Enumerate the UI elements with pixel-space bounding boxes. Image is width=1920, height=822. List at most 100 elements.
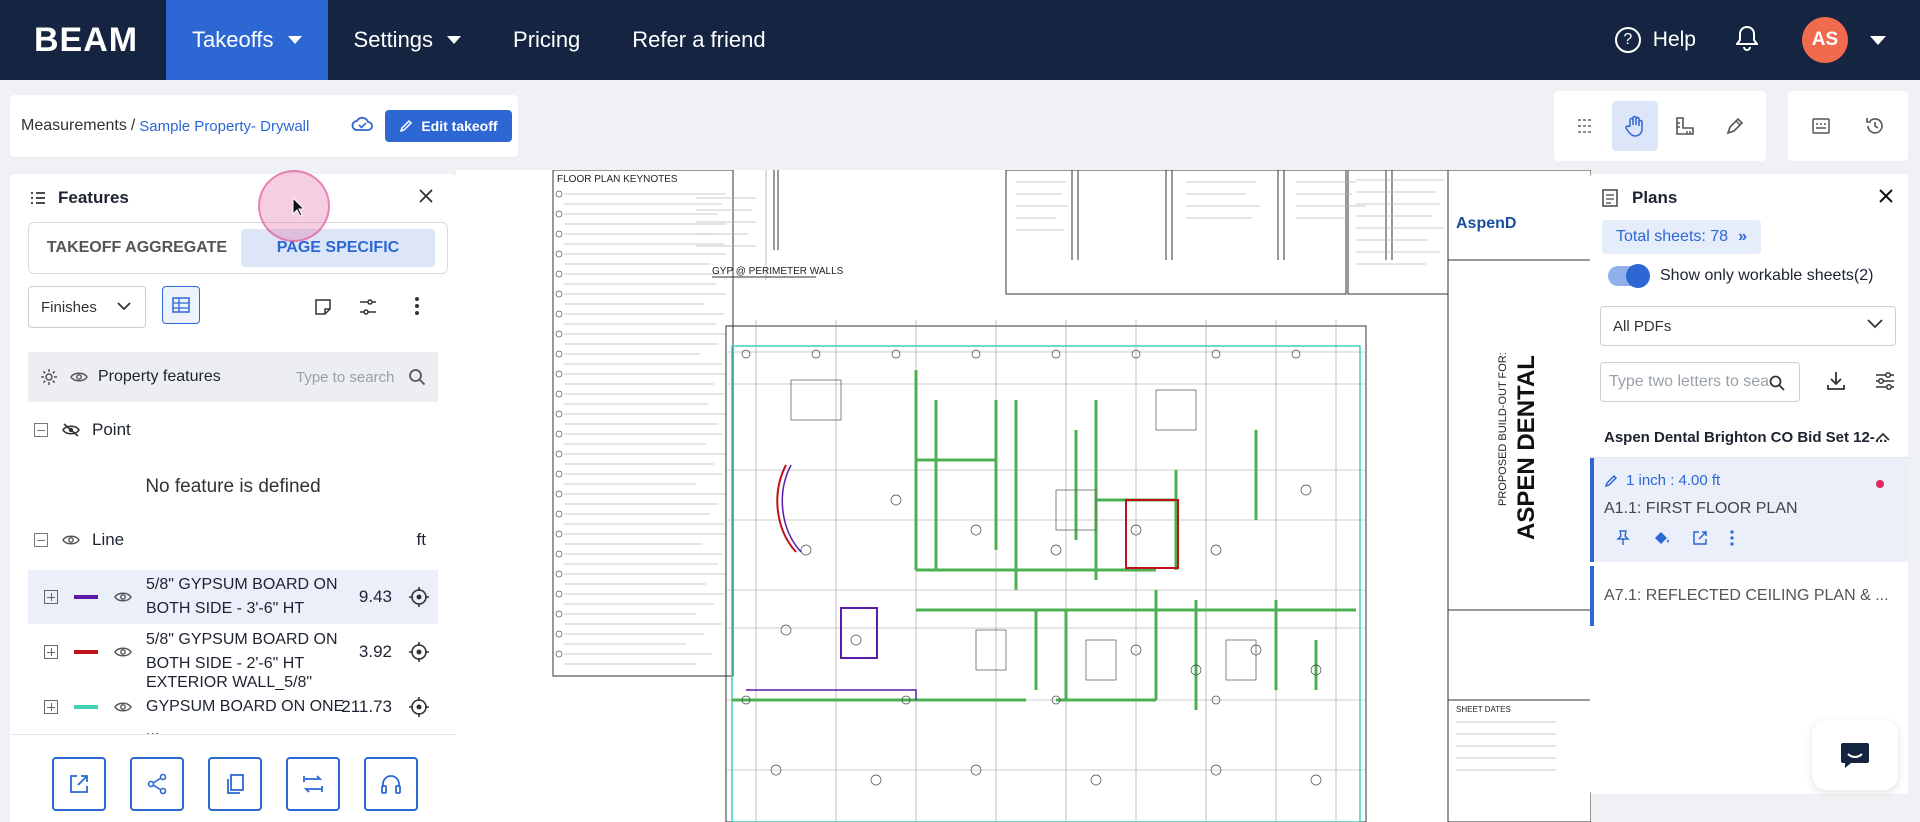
locate-icon[interactable]	[408, 641, 430, 663]
pin-icon[interactable]	[1616, 530, 1630, 546]
chevron-up-icon[interactable]	[1876, 432, 1890, 442]
expand-icon[interactable]	[44, 590, 58, 604]
export-button[interactable]	[52, 757, 106, 811]
download-icon[interactable]	[1825, 370, 1847, 397]
table-icon	[172, 297, 190, 313]
help-label: Help	[1652, 28, 1696, 51]
external-link-icon[interactable]	[1692, 530, 1708, 546]
color-swatch[interactable]	[74, 650, 98, 654]
nav-pricing[interactable]: Pricing	[487, 0, 606, 80]
total-sheets-button[interactable]: Total sheets: 78 »	[1602, 220, 1761, 254]
plan-set-name: Aspen Dental Brighton CO Bid Set 12-...	[1604, 429, 1888, 446]
close-icon[interactable]	[418, 188, 434, 209]
detail-title: GYP @ PERIMETER WALLS	[712, 266, 844, 277]
bell-icon[interactable]	[1735, 25, 1759, 56]
sheet-search-input[interactable]: Type two letters to search	[1600, 362, 1800, 402]
nav-settings[interactable]: Settings	[328, 0, 488, 80]
finishes-value: Finishes	[41, 298, 97, 316]
keyboard-icon	[1812, 118, 1830, 134]
pdf-filter-dropdown[interactable]: All PDFs	[1600, 306, 1896, 346]
expand-icon[interactable]	[44, 645, 58, 659]
chevron-down-icon[interactable]	[1870, 35, 1886, 45]
chat-support-button[interactable]	[1812, 720, 1898, 790]
sheet-item-selected[interactable]: 1 inch : 4.00 ft A1.1: FIRST FLOOR PLAN	[1590, 458, 1908, 562]
breadcrumb: Measurements / Sample Property- Drywall …	[10, 95, 518, 157]
copy-button[interactable]	[208, 757, 262, 811]
feature-value: 9.43	[358, 587, 392, 606]
table-view-button[interactable]	[162, 286, 200, 324]
search-icon	[409, 369, 426, 386]
draw-tool[interactable]	[1712, 101, 1758, 151]
collapse-icon[interactable]	[34, 533, 48, 547]
line-group-row[interactable]: Line ft	[28, 518, 438, 562]
filter-settings-icon[interactable]	[358, 298, 378, 321]
more-vertical-icon[interactable]	[1730, 530, 1734, 546]
features-header: Features	[30, 188, 129, 208]
breadcrumb-current[interactable]: Sample Property- Drywall	[139, 118, 309, 135]
pen-icon	[1726, 117, 1744, 135]
chevron-down-icon	[1867, 319, 1883, 329]
note-icon[interactable]	[314, 298, 332, 321]
nav-takeoffs[interactable]: Takeoffs	[166, 0, 328, 80]
locate-icon[interactable]	[408, 696, 430, 718]
feature-row[interactable]: EXTERIOR WALL_5/8" GYPSUM BOARD ON ONE .…	[28, 674, 438, 739]
eye-icon[interactable]	[114, 701, 132, 713]
plan-drawing-canvas[interactable]: FLOOR PLAN KEYNOTES GYP @ PERIMETER WALL…	[456, 170, 1591, 822]
feature-name: 5/8" GYPSUM BOARD ON BOTH SIDE - 3'-6" H…	[146, 576, 338, 617]
help-link[interactable]: ? Help	[1614, 27, 1696, 53]
pan-tool[interactable]	[1612, 101, 1658, 151]
eye-icon[interactable]	[114, 591, 132, 603]
feature-search-placeholder: Type to search	[296, 368, 395, 386]
sheet-item[interactable]: A7.1: REFLECTED CEILING PLAN & ...	[1590, 566, 1908, 626]
sheet-actions	[1616, 530, 1756, 546]
eye-off-icon[interactable]	[62, 423, 80, 437]
feature-name: 5/8" GYPSUM BOARD ON BOTH SIDE - 2'-6" H…	[146, 631, 338, 672]
color-swatch[interactable]	[74, 705, 98, 709]
point-group-row[interactable]: Point	[28, 408, 438, 452]
finishes-dropdown[interactable]: Finishes	[28, 286, 146, 328]
close-icon[interactable]	[1878, 188, 1894, 209]
workable-sheets-toggle[interactable]	[1608, 264, 1650, 288]
eye-icon[interactable]	[70, 371, 88, 383]
mouse-cursor-icon	[292, 197, 306, 217]
features-panel: Features TAKEOFF AGGREGATE PAGE SPECIFIC…	[10, 170, 456, 822]
tab-takeoff-aggregate[interactable]: TAKEOFF AGGREGATE	[33, 229, 241, 267]
breadcrumb-root[interactable]: Measurements	[21, 117, 127, 135]
expand-icon[interactable]	[44, 700, 58, 714]
keyboard-tool[interactable]	[1796, 101, 1846, 151]
color-swatch[interactable]	[74, 595, 98, 599]
features-action-bar	[10, 734, 456, 822]
property-features-label: Property features	[98, 368, 221, 385]
measure-tool[interactable]	[1662, 101, 1708, 151]
locate-icon[interactable]	[408, 586, 430, 608]
tab-page-specific[interactable]: PAGE SPECIFIC	[241, 229, 435, 267]
plan-set-row[interactable]: Aspen Dental Brighton CO Bid Set 12-...	[1590, 418, 1908, 458]
nav-right-group: ? Help AS	[1614, 0, 1920, 80]
workable-sheets-label: Show only workable sheets(2)	[1660, 267, 1874, 284]
sliders-icon[interactable]	[1874, 370, 1896, 397]
search-icon	[1769, 375, 1785, 391]
select-tool[interactable]	[1562, 101, 1608, 151]
fill-icon[interactable]	[1652, 530, 1670, 546]
collapse-icon[interactable]	[34, 423, 48, 437]
eye-icon[interactable]	[114, 646, 132, 658]
gear-icon[interactable]	[40, 368, 58, 386]
nav-refer-a-friend[interactable]: Refer a friend	[606, 0, 791, 80]
feature-row[interactable]: 5/8" GYPSUM BOARD ON BOTH SIDE - 3'-6" H…	[28, 570, 438, 624]
support-button[interactable]	[364, 757, 418, 811]
edit-takeoff-button[interactable]: Edit takeoff	[385, 110, 512, 142]
beam-logo[interactable]: BEAM	[0, 0, 166, 80]
chat-icon	[1841, 743, 1869, 768]
sheet-scale[interactable]: 1 inch : 4.00 ft	[1604, 472, 1720, 489]
share-button[interactable]	[130, 757, 184, 811]
sheet-name: A7.1: REFLECTED CEILING PLAN & ...	[1604, 587, 1889, 604]
history-tool[interactable]	[1850, 101, 1900, 151]
more-vertical-icon[interactable]	[414, 296, 420, 321]
swap-button[interactable]	[286, 757, 340, 811]
avatar[interactable]: AS	[1802, 17, 1848, 63]
eye-icon[interactable]	[62, 534, 80, 546]
document-icon	[1602, 189, 1618, 207]
feature-search[interactable]: Type to search	[296, 352, 426, 402]
status-dot	[1876, 480, 1884, 488]
chevron-down-icon	[447, 36, 462, 44]
